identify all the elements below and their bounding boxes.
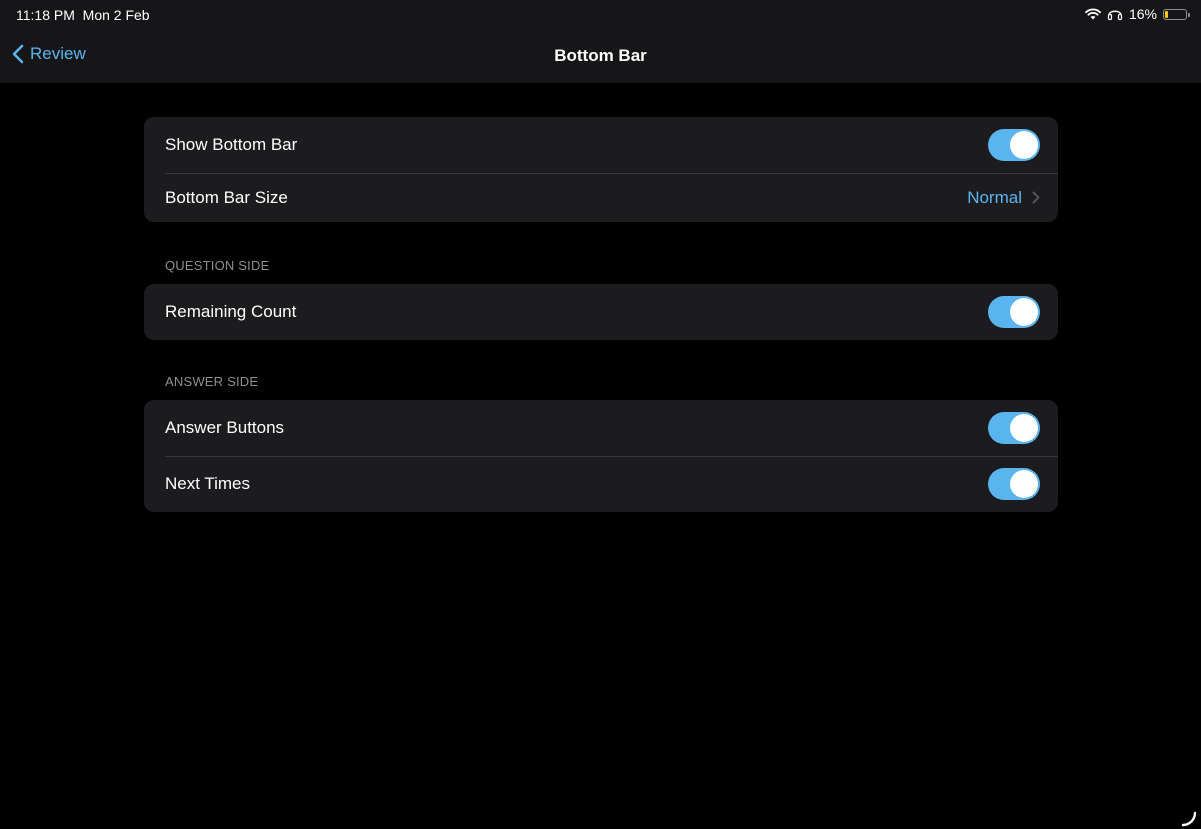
remaining-count-toggle[interactable] <box>988 296 1040 328</box>
answer-buttons-label: Answer Buttons <box>165 418 285 437</box>
bottom-bar-size-row[interactable]: Bottom Bar Size Normal <box>144 173 1058 222</box>
status-time: 11:18 PM <box>16 7 75 23</box>
toggle-knob <box>1010 298 1038 326</box>
page-title: Bottom Bar <box>554 46 647 65</box>
next-times-row: Next Times <box>144 456 1058 512</box>
battery-icon <box>1163 8 1190 20</box>
settings-list: Show Bottom Bar Bottom Bar Size Normal Q… <box>144 117 1058 512</box>
answer-buttons-toggle[interactable] <box>988 412 1040 444</box>
next-times-toggle[interactable] <box>988 468 1040 500</box>
toggle-knob <box>1010 131 1038 159</box>
resize-handle-icon[interactable] <box>1181 811 1197 827</box>
battery-cap <box>1188 12 1190 17</box>
bottom-bar-group: Show Bottom Bar Bottom Bar Size Normal <box>144 117 1058 222</box>
answer-buttons-row: Answer Buttons <box>144 400 1058 456</box>
question-side-group: Remaining Count <box>144 284 1058 340</box>
show-bottom-bar-label: Show Bottom Bar <box>165 135 298 154</box>
chevron-right-icon <box>1032 191 1040 204</box>
status-date: Mon 2 Feb <box>82 7 150 23</box>
battery-percent: 16% <box>1128 6 1157 22</box>
battery-level <box>1165 10 1168 18</box>
status-datetime: 11:18 PM Mon 2 Feb <box>16 7 150 23</box>
bottom-bar-size-label: Bottom Bar Size <box>165 187 288 207</box>
next-times-label: Next Times <box>165 474 251 493</box>
section-header-question-side: QUESTION SIDE <box>165 258 270 273</box>
status-bar: 11:18 PM Mon 2 Feb 16% <box>0 0 1201 30</box>
show-bottom-bar-toggle[interactable] <box>988 129 1040 161</box>
toggle-knob <box>1010 414 1038 442</box>
section-header-answer-side: ANSWER SIDE <box>165 374 259 389</box>
bottom-bar-size-value: Normal <box>967 187 1022 207</box>
navigation-bar: Review Bottom Bar <box>0 30 1201 83</box>
answer-side-group: Answer Buttons Next Times <box>144 400 1058 512</box>
remaining-count-label: Remaining Count <box>165 302 297 321</box>
wifi-icon <box>1085 8 1101 20</box>
status-indicators: 16% <box>1085 6 1190 22</box>
toggle-knob <box>1010 470 1038 498</box>
show-bottom-bar-row: Show Bottom Bar <box>144 117 1058 173</box>
headphones-icon <box>1107 7 1123 21</box>
remaining-count-row: Remaining Count <box>144 284 1058 340</box>
